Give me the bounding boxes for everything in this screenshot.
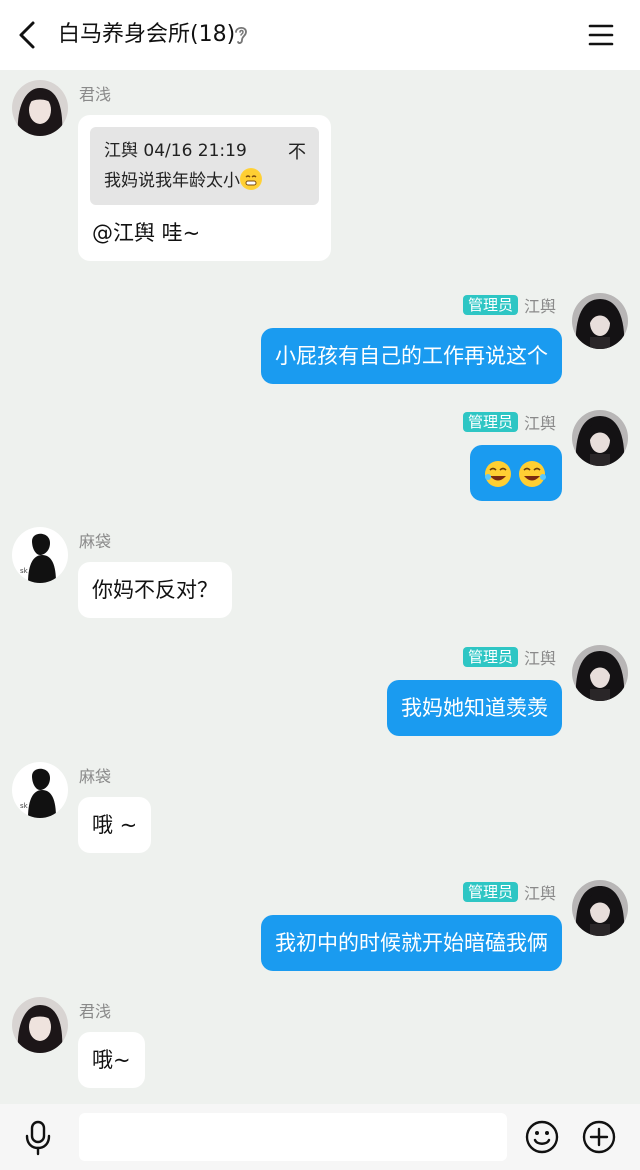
input-bar — [0, 1104, 640, 1170]
avatar[interactable] — [12, 80, 68, 136]
admin-badge: 管理员 — [462, 412, 518, 432]
sender-name: 麻袋 — [79, 532, 112, 551]
microphone-icon[interactable] — [22, 1120, 54, 1156]
avatar[interactable] — [572, 880, 628, 936]
plus-circle-icon[interactable] — [582, 1120, 616, 1154]
message-bubble[interactable]: 我初中的时候就开始暗磕我俩 — [261, 915, 562, 971]
quote-flag: 不 — [288, 142, 306, 163]
sender-name: 麻袋 — [79, 767, 112, 786]
sender-name: 君浅 — [79, 1002, 112, 1021]
hamburger-menu-icon[interactable] — [587, 22, 615, 48]
sender-meta: 管理员 江舆 — [462, 881, 556, 903]
quote-author-time: 江舆 04/16 21:19 — [104, 141, 247, 161]
message-row: 君浅 哦~ — [0, 997, 640, 1090]
message-row: sk 麻袋 你妈不反对？ — [0, 527, 640, 620]
sender-name: 江舆 — [523, 414, 556, 433]
message-bubble[interactable] — [470, 445, 562, 501]
message-row: 管理员 江舆 — [0, 410, 640, 503]
admin-badge: 管理员 — [462, 295, 518, 315]
sender-meta: 管理员 江舆 — [462, 646, 556, 668]
sender-meta: 管理员 江舆 — [462, 411, 556, 433]
chat-message-list[interactable]: 君浅 江舆 04/16 21:19 不 我妈说我年龄太小 @江舆 哇~ 管理员 … — [0, 70, 640, 1104]
message-row: sk 麻袋 哦 ~ — [0, 762, 640, 855]
avatar[interactable] — [12, 997, 68, 1053]
sender-name: 江舆 — [523, 884, 556, 903]
message-bubble[interactable]: 哦 ~ — [78, 797, 152, 853]
avatar[interactable]: sk — [12, 762, 68, 818]
admin-badge: 管理员 — [462, 647, 518, 667]
laughing-emoji-icon — [485, 461, 546, 487]
ear-icon — [235, 26, 247, 44]
message-bubble[interactable]: 我妈她知道羡羡 — [387, 680, 562, 736]
avatar[interactable] — [572, 645, 628, 701]
message-text: @江舆 哇~ — [92, 221, 201, 245]
sender-meta: 管理员 江舆 — [462, 294, 556, 316]
sender-name: 江舆 — [523, 649, 556, 668]
quote-text: 我妈说我年龄太小 — [104, 168, 305, 194]
chat-title[interactable]: 白马养身会所(18) — [58, 20, 235, 50]
message-row: 君浅 江舆 04/16 21:19 不 我妈说我年龄太小 @江舆 哇~ — [0, 80, 640, 275]
message-row: 管理员 江舆 我妈她知道羡羡 — [0, 645, 640, 738]
chat-header: 白马养身会所(18) — [0, 0, 640, 70]
avatar[interactable] — [572, 293, 628, 349]
message-input[interactable] — [79, 1113, 507, 1161]
sender-name: 君浅 — [79, 85, 112, 104]
message-bubble[interactable]: 小屁孩有自己的工作再说这个 — [261, 328, 562, 384]
message-bubble[interactable]: 哦~ — [78, 1032, 145, 1088]
message-row: 管理员 江舆 我初中的时候就开始暗磕我俩 — [0, 880, 640, 973]
avatar[interactable] — [572, 410, 628, 466]
message-bubble[interactable]: 江舆 04/16 21:19 不 我妈说我年龄太小 @江舆 哇~ — [78, 115, 331, 261]
smiley-icon[interactable] — [525, 1120, 559, 1154]
svg-text:sk: sk — [20, 567, 29, 575]
message-bubble[interactable]: 你妈不反对？ — [78, 562, 232, 618]
admin-badge: 管理员 — [462, 882, 518, 902]
svg-text:sk: sk — [20, 802, 29, 810]
grimace-emoji-icon — [240, 168, 262, 190]
quoted-message[interactable]: 江舆 04/16 21:19 不 我妈说我年龄太小 — [90, 127, 319, 205]
avatar[interactable]: sk — [12, 527, 68, 583]
message-row: 管理员 江舆 小屁孩有自己的工作再说这个 — [0, 293, 640, 386]
sender-name: 江舆 — [523, 297, 556, 316]
chevron-left-icon[interactable] — [14, 20, 42, 50]
